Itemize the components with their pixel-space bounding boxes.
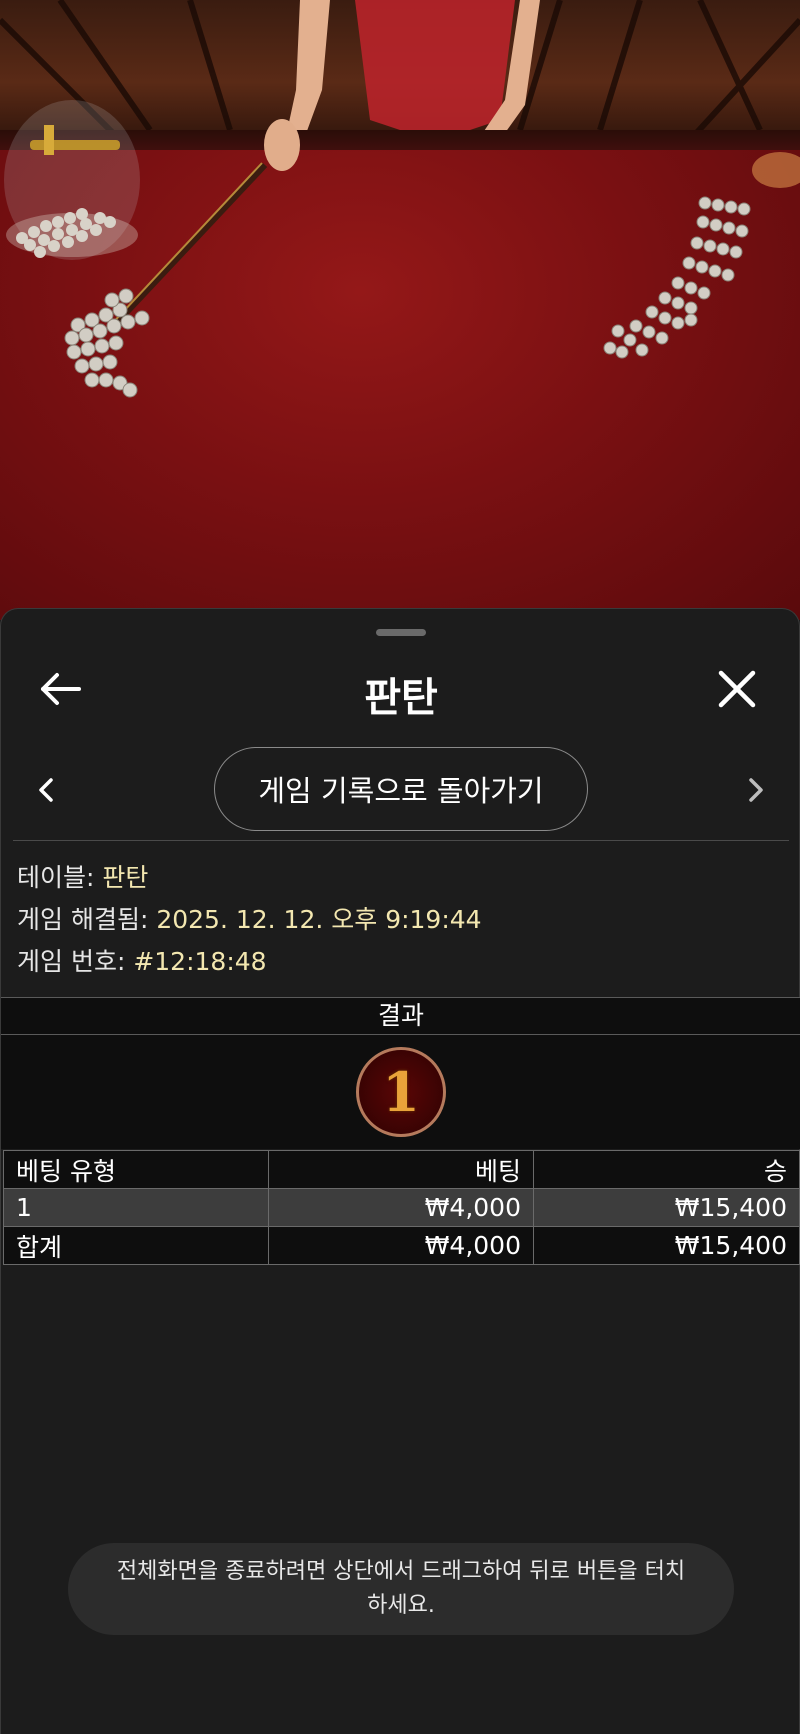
resolved-label: 게임 해결됨: bbox=[17, 905, 149, 934]
previous-round-button[interactable] bbox=[31, 767, 61, 813]
result-area: 1 bbox=[1, 1035, 800, 1149]
fullscreen-exit-toast: 전체화면을 종료하려면 상단에서 드래그하여 뒤로 버튼을 터치하세요. bbox=[68, 1543, 734, 1635]
sheet-header: 판탄 bbox=[1, 649, 800, 729]
table-info-row: 테이블: 판탄 bbox=[17, 857, 777, 899]
resolved-info-row: 게임 해결됨: 2025. 12. 12. 오후 9:19:44 bbox=[17, 899, 777, 941]
chevron-left-icon bbox=[39, 778, 53, 802]
resolved-value: 2025. 12. 12. 오후 9:19:44 bbox=[156, 905, 482, 934]
result-number: 1 bbox=[382, 1060, 420, 1124]
total-row: 합계 ₩4,000 ₩15,400 bbox=[3, 1226, 800, 1265]
game-number-label: 게임 번호: bbox=[17, 947, 126, 976]
table-props bbox=[4, 100, 800, 398]
table-value: 판탄 bbox=[102, 863, 149, 892]
close-button[interactable] bbox=[713, 665, 761, 713]
round-navigation: 게임 기록으로 돌아가기 bbox=[1, 747, 800, 833]
next-round-button[interactable] bbox=[741, 767, 771, 813]
chevron-right-icon bbox=[749, 778, 763, 802]
page-title: 판탄 bbox=[364, 675, 438, 721]
brass-cup bbox=[752, 152, 800, 188]
back-to-history-button[interactable]: 게임 기록으로 돌아가기 bbox=[214, 747, 588, 831]
result-header: 결과 bbox=[1, 997, 800, 1035]
live-video-stream bbox=[0, 0, 800, 620]
total-win-cell: ₩15,400 bbox=[533, 1226, 800, 1265]
total-label-cell: 합계 bbox=[3, 1226, 269, 1265]
table-row: 1 ₩4,000 ₩15,400 bbox=[3, 1188, 800, 1227]
win-amount-cell: ₩15,400 bbox=[533, 1188, 800, 1227]
divider bbox=[13, 840, 789, 841]
result-badge: 1 bbox=[356, 1047, 446, 1137]
bet-type-cell: 1 bbox=[3, 1188, 269, 1227]
column-header-bet: 베팅 bbox=[268, 1150, 534, 1189]
game-number-value: #12:18:48 bbox=[133, 947, 267, 976]
bet-table: 베팅 유형 베팅 승 1 ₩4,000 ₩15,400 합계 ₩4,000 ₩1… bbox=[3, 1150, 800, 1265]
game-info: 테이블: 판탄 게임 해결됨: 2025. 12. 12. 오후 9:19:44… bbox=[17, 857, 777, 983]
toast-message: 전체화면을 종료하려면 상단에서 드래그하여 뒤로 버튼을 터치하세요. bbox=[116, 1559, 686, 1618]
game-detail-sheet: 판탄 게임 기록으로 돌아가기 테이블: 판탄 게임 해결됨: 2025. 12… bbox=[0, 608, 800, 1734]
drag-handle[interactable] bbox=[376, 629, 426, 636]
bet-amount-cell: ₩4,000 bbox=[268, 1188, 534, 1227]
game-number-row: 게임 번호: #12:18:48 bbox=[17, 941, 777, 983]
column-header-bet-type: 베팅 유형 bbox=[3, 1150, 269, 1189]
table-label: 테이블: bbox=[17, 863, 95, 892]
column-header-win: 승 bbox=[533, 1150, 800, 1189]
bead-rows bbox=[603, 196, 751, 359]
bet-table-header-row: 베팅 유형 베팅 승 bbox=[3, 1150, 800, 1189]
total-bet-cell: ₩4,000 bbox=[268, 1226, 534, 1265]
close-icon bbox=[718, 670, 756, 708]
